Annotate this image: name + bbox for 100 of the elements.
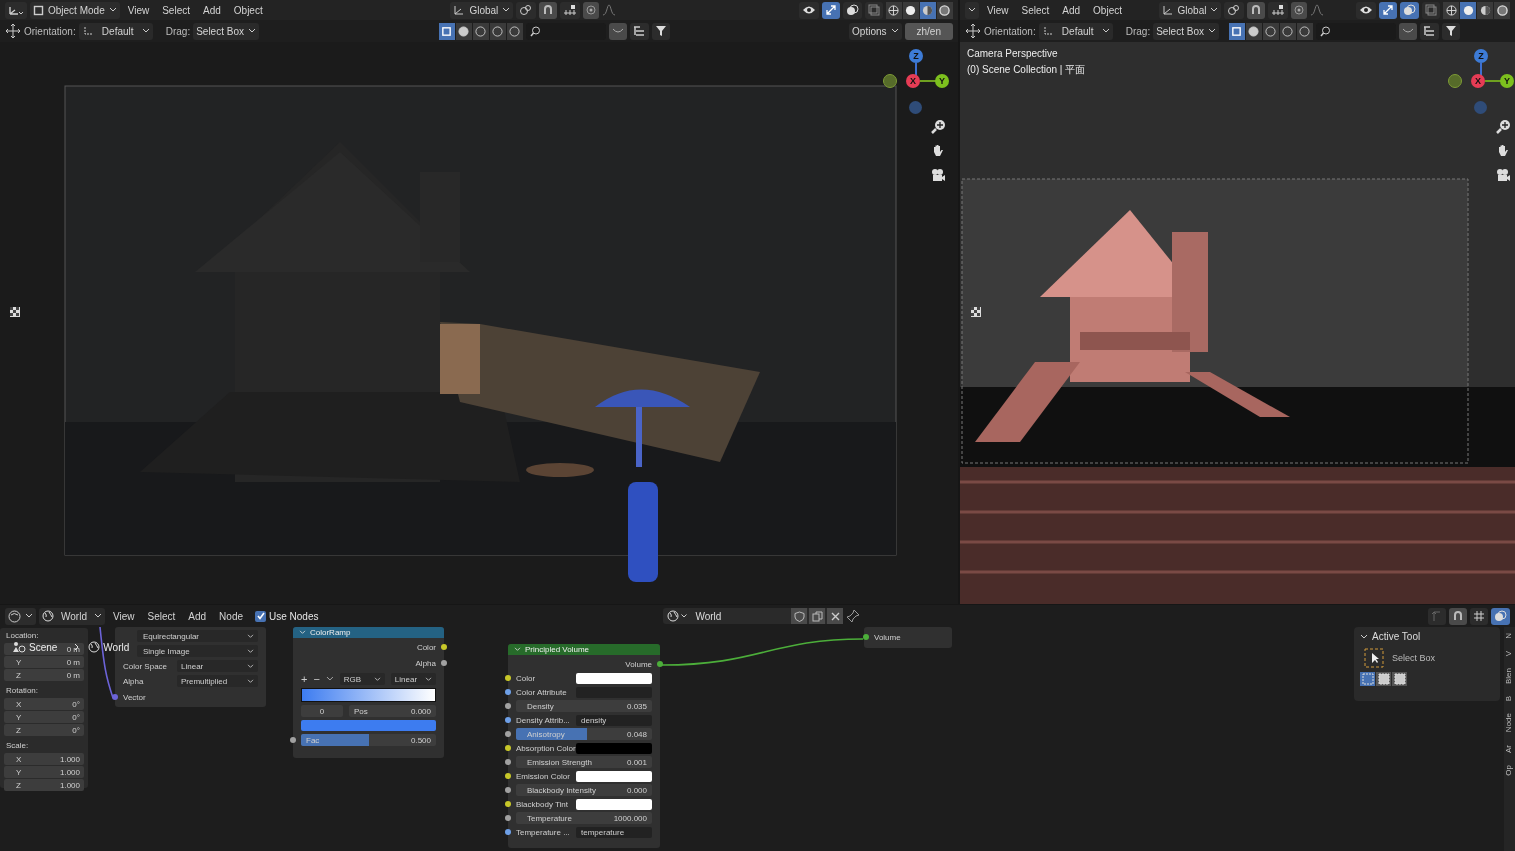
zoom-icon[interactable] — [930, 119, 946, 135]
color-swatch[interactable] — [576, 770, 652, 782]
orientation-dropdown[interactable]: Default — [1038, 22, 1113, 40]
checkbox-label[interactable]: Use Nodes — [269, 610, 319, 622]
magnet-button[interactable] — [1449, 607, 1467, 625]
caret-icon[interactable] — [325, 676, 334, 682]
socket[interactable] — [290, 737, 296, 743]
panel-title[interactable]: Active Tool — [1372, 631, 1421, 642]
socket[interactable] — [505, 787, 511, 793]
select-mode-button[interactable] — [506, 22, 523, 40]
chevron-icon[interactable] — [1360, 633, 1368, 640]
shading-button[interactable] — [1494, 1, 1510, 19]
number-field[interactable]: Z 0 m — [4, 669, 84, 681]
socket[interactable] — [505, 773, 511, 779]
number-field[interactable]: Blackbody Intensity 0.000 — [516, 784, 652, 796]
overlay-button[interactable] — [1491, 607, 1510, 625]
menu-item[interactable]: View — [122, 1, 155, 19]
caret-button[interactable] — [965, 1, 979, 19]
number-field[interactable]: Density 0.035 — [516, 700, 652, 712]
filter-dropdown[interactable] — [1441, 22, 1460, 40]
add-stop-button[interactable]: + — [301, 673, 308, 685]
node-header[interactable]: ColorRamp — [293, 627, 444, 638]
checker-icon[interactable] — [970, 306, 982, 318]
editor-type-button[interactable] — [5, 607, 36, 625]
number-field[interactable]: Y 0° — [4, 711, 84, 723]
world-datablock-field[interactable]: World — [663, 608, 844, 624]
socket[interactable] — [505, 675, 511, 681]
socket[interactable] — [505, 703, 511, 709]
snap-dropdown[interactable] — [1268, 1, 1289, 19]
color-swatch[interactable] — [576, 798, 652, 810]
menu-item[interactable]: Add — [183, 607, 212, 625]
menu-item[interactable]: View — [982, 1, 1014, 19]
breadcrumb[interactable]: Scene — [29, 641, 58, 653]
snap-dropdown[interactable] — [1470, 607, 1488, 625]
sidebar-tab[interactable]: Ar — [1504, 744, 1515, 753]
number-field[interactable]: Z 1.000 — [4, 779, 84, 791]
factor-slider[interactable]: Fac 0.500 — [301, 734, 436, 746]
camera-icon[interactable] — [1495, 167, 1511, 183]
pivot-dropdown[interactable] — [516, 1, 537, 19]
select-mode-button[interactable] — [472, 22, 489, 40]
falloff-icon[interactable] — [602, 4, 617, 16]
options-dropdown[interactable]: Options — [849, 22, 902, 40]
select-mode-button[interactable] — [1245, 22, 1262, 40]
shading-button[interactable] — [920, 1, 936, 19]
gizmo-toggle[interactable] — [1379, 1, 1397, 19]
checker-icon[interactable] — [9, 306, 21, 318]
number-field[interactable]: Temperature 1000.000 — [516, 812, 652, 824]
checkbox[interactable] — [255, 610, 266, 622]
sidebar-tab[interactable]: Op — [1504, 764, 1515, 776]
socket[interactable] — [505, 731, 511, 737]
shading-button[interactable] — [1443, 1, 1459, 19]
overlay-toggle[interactable] — [1400, 1, 1419, 19]
sidebar-tab[interactable]: B — [1504, 696, 1515, 702]
fake-user-button[interactable] — [791, 608, 808, 624]
curve-button[interactable] — [1398, 22, 1417, 40]
remove-stop-button[interactable]: − — [313, 673, 320, 685]
search-field[interactable] — [1315, 22, 1396, 40]
sidebar-tab[interactable]: Node — [1504, 713, 1515, 733]
gradient-ramp[interactable] — [301, 688, 436, 702]
menu-item[interactable]: View — [108, 607, 140, 625]
property-dropdown[interactable]: Linear — [177, 660, 258, 672]
falloff-icon[interactable] — [1310, 4, 1325, 16]
stop-index-field[interactable]: 0 — [301, 705, 343, 717]
transform-orientation-dropdown[interactable]: Global — [450, 1, 514, 19]
select-mode-button[interactable] — [1279, 22, 1296, 40]
socket[interactable] — [441, 644, 447, 650]
number-field[interactable]: Y 0 m — [4, 656, 84, 668]
socket[interactable] — [441, 660, 447, 666]
shading-button[interactable] — [886, 1, 902, 19]
attribute-field[interactable]: temperature — [576, 826, 652, 838]
select-mode-button[interactable] — [438, 22, 455, 40]
visibility-dropdown[interactable] — [799, 1, 819, 19]
menu-item[interactable]: Select — [142, 607, 181, 625]
language-button[interactable]: zh/en — [904, 22, 953, 40]
number-field[interactable]: X 0° — [4, 698, 84, 710]
search-field[interactable] — [525, 22, 606, 40]
menu-item[interactable]: Add — [1057, 1, 1086, 19]
position-field[interactable]: Pos 0.000 — [349, 705, 436, 717]
node-header[interactable]: Principled Volume — [508, 644, 660, 655]
socket[interactable] — [505, 745, 511, 751]
socket[interactable] — [505, 689, 511, 695]
pin-icon[interactable] — [846, 609, 861, 623]
shading-button[interactable] — [937, 1, 953, 19]
number-field[interactable]: Emission Strength 0.001 — [516, 756, 652, 768]
property-dropdown[interactable]: Premultiplied — [177, 675, 258, 687]
menu-item[interactable]: Select — [1016, 1, 1055, 19]
magnet-button[interactable] — [539, 1, 558, 19]
menu-item[interactable]: Object — [228, 1, 268, 19]
number-field[interactable]: Y 1.000 — [4, 766, 84, 778]
sidebar-tab[interactable]: V — [1504, 650, 1515, 657]
number-field[interactable]: X 1.000 — [4, 753, 84, 765]
socket[interactable] — [863, 634, 869, 640]
shading-button[interactable] — [903, 1, 919, 19]
color-swatch[interactable] — [576, 672, 652, 684]
curve-button[interactable] — [608, 22, 627, 40]
color-swatch[interactable] — [576, 742, 652, 754]
sidebar-tab[interactable]: Blen — [1504, 668, 1515, 685]
filter-dropdown[interactable] — [651, 22, 670, 40]
socket[interactable] — [505, 801, 511, 807]
outline-dropdown[interactable] — [1419, 22, 1439, 40]
